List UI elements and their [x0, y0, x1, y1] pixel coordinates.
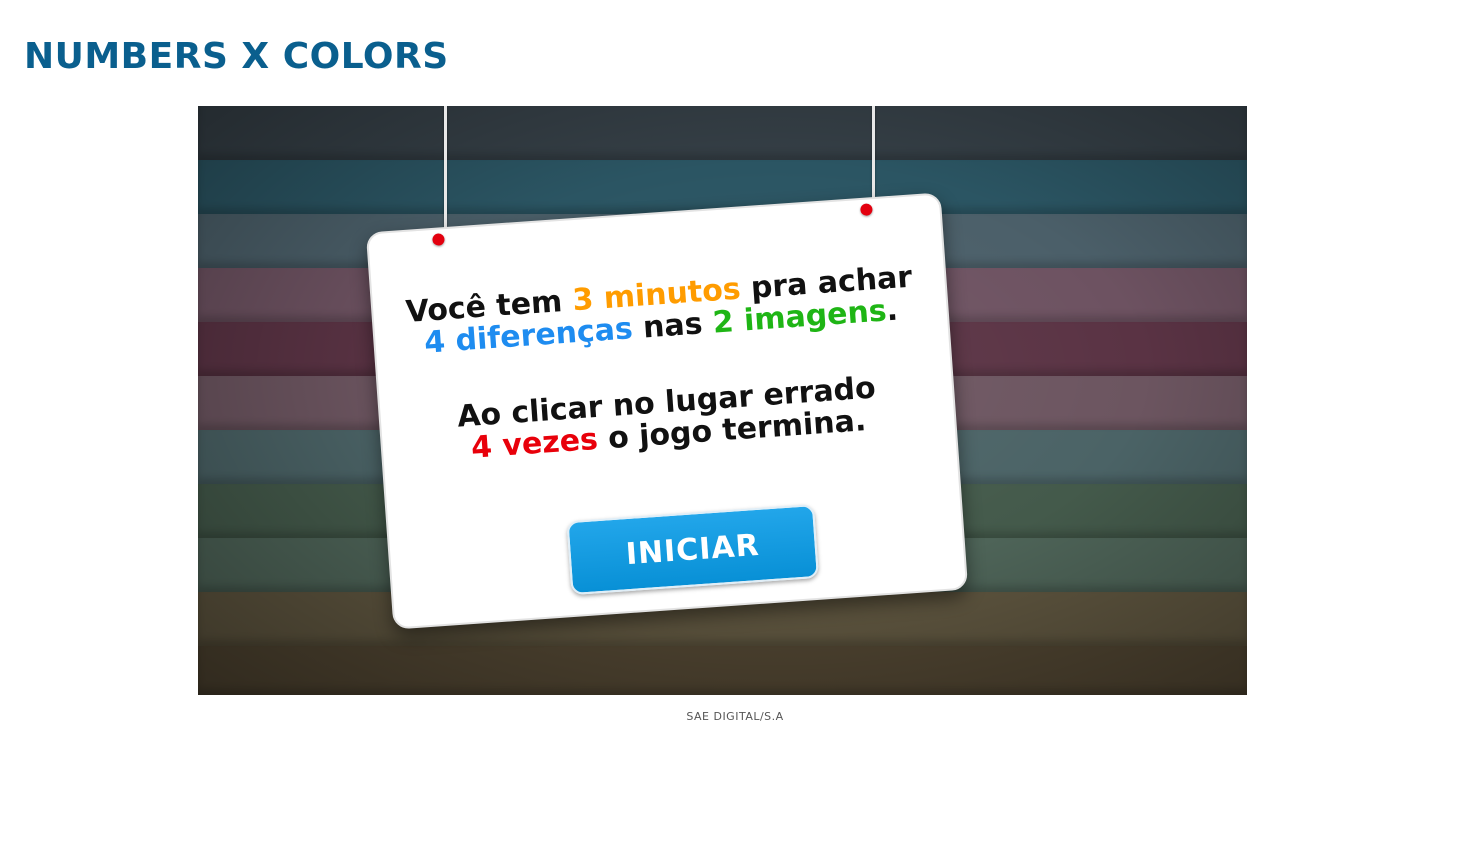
start-button[interactable]: INICIAR	[566, 503, 820, 596]
image-credit: SAE DIGITAL/S.A	[686, 710, 784, 723]
instructions-card: Você tem 3 minutos pra achar 4 diferença…	[365, 192, 969, 630]
page-title: NUMBERS X COLORS	[24, 36, 449, 77]
background-stripe	[198, 646, 1247, 695]
pin-right	[860, 203, 873, 217]
background-stripe	[198, 106, 1247, 160]
game-stage: Você tem 3 minutos pra achar 4 diferença…	[198, 106, 1247, 695]
pin-left	[432, 233, 445, 246]
instruction-text: nas	[631, 305, 715, 347]
hanging-string-right	[872, 106, 875, 208]
background-stripe	[198, 160, 1247, 214]
instruction-text: .	[885, 292, 900, 329]
mistakes-highlight: 4 vezes	[469, 421, 600, 466]
hanging-string-left	[444, 106, 447, 244]
